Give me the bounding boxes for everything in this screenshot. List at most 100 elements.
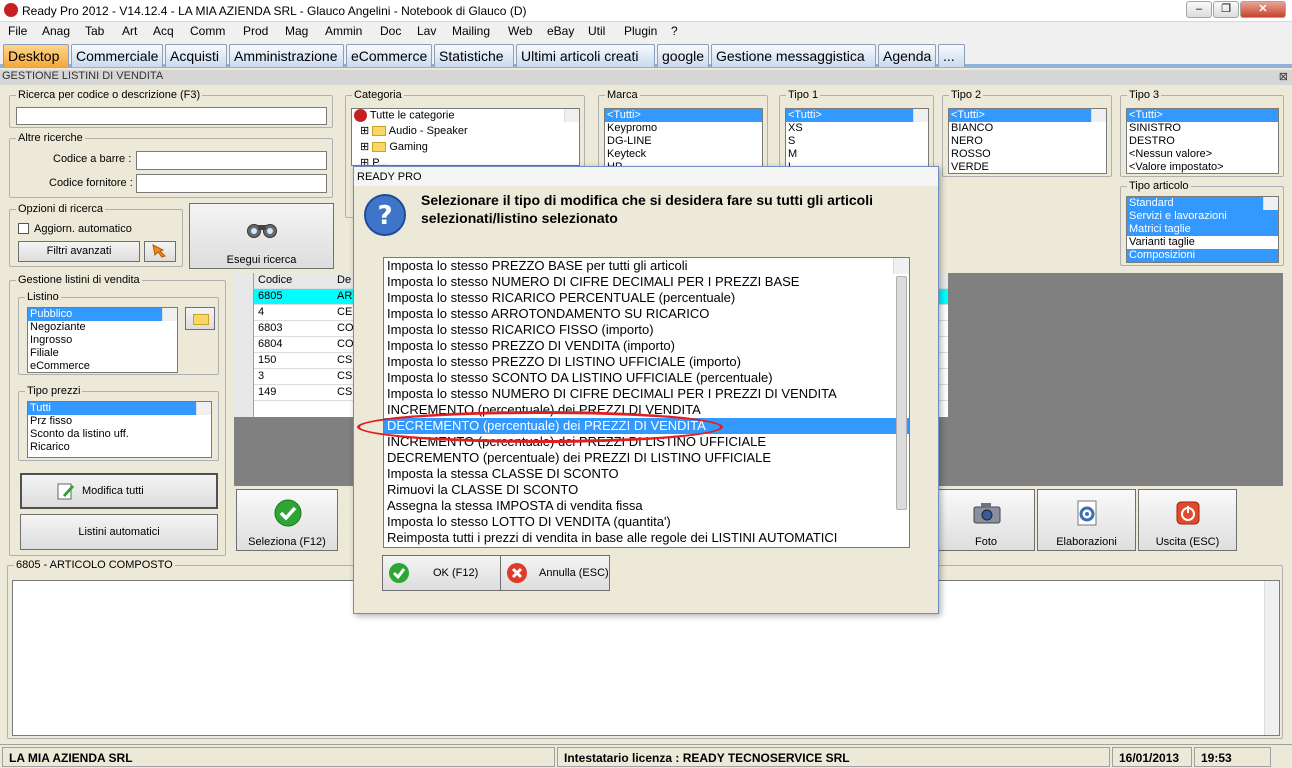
close-button[interactable]: ✕: [1240, 1, 1286, 18]
tab-acquisti[interactable]: Acquisti: [165, 44, 227, 67]
modify-option[interactable]: Imposta lo stesso LOTTO DI VENDITA (quan…: [384, 514, 909, 530]
advanced-filters-button[interactable]: Filtri avanzati: [18, 241, 140, 262]
tipo3-item[interactable]: <Nessun valore>: [1127, 148, 1278, 161]
brand-item[interactable]: DG-LINE: [605, 135, 762, 148]
execute-search-button[interactable]: Esegui ricerca: [189, 203, 334, 269]
minimize-button[interactable]: –: [1186, 1, 1212, 18]
menu-doc[interactable]: Doc: [380, 24, 401, 38]
restore-button[interactable]: ❐: [1213, 1, 1239, 18]
tipo1-item[interactable]: S: [786, 135, 928, 148]
tipo1-item[interactable]: M: [786, 148, 928, 161]
tipo2-item[interactable]: BIANCO: [949, 122, 1106, 135]
listino-item[interactable]: Negoziante: [28, 321, 177, 334]
tipo1-scrollbar[interactable]: [913, 109, 928, 122]
tipo2-scrollbar[interactable]: [1091, 109, 1106, 122]
category-gaming[interactable]: ⊞ Gaming: [352, 141, 579, 157]
price-type-item[interactable]: Sconto da listino uff.: [28, 428, 211, 441]
brand-item[interactable]: Keypromo: [605, 122, 762, 135]
brand-item[interactable]: Keyteck: [605, 148, 762, 161]
article-type-scrollbar[interactable]: [1263, 197, 1278, 210]
photo-button[interactable]: Foto: [937, 489, 1035, 551]
tab-ecommerce[interactable]: eCommerce: [346, 44, 432, 67]
tab-ultimi-articoli[interactable]: Ultimi articoli creati: [516, 44, 655, 67]
tipo3-list[interactable]: <Tutti> SINISTRO DESTRO <Nessun valore> …: [1126, 108, 1279, 174]
price-types-scrollbar[interactable]: [196, 402, 211, 415]
tab-statistiche[interactable]: Statistiche: [434, 44, 514, 67]
modify-option[interactable]: Imposta lo stesso SCONTO DA LISTINO UFFI…: [384, 370, 909, 386]
category-next[interactable]: ⊞ P...: [352, 157, 579, 165]
elaborations-button[interactable]: Elaborazioni: [1037, 489, 1136, 551]
article-type-item[interactable]: Servizi e lavorazioni: [1127, 210, 1278, 223]
tipo3-item[interactable]: DESTRO: [1127, 135, 1278, 148]
tab-desktop[interactable]: Desktop: [3, 44, 69, 67]
menu-prod[interactable]: Prod: [243, 24, 268, 38]
scrollbar-thumb[interactable]: [896, 276, 907, 510]
article-type-item[interactable]: Standard: [1127, 197, 1278, 210]
modify-option[interactable]: Rimuovi la CLASSE DI SCONTO: [384, 482, 909, 498]
tab-messaggistica[interactable]: Gestione messaggistica: [711, 44, 876, 67]
auto-lists-button[interactable]: Listini automatici: [20, 514, 218, 550]
menu-util[interactable]: Util: [588, 24, 605, 38]
article-type-item[interactable]: Composizioni: [1127, 249, 1278, 262]
column-header-desc[interactable]: De: [337, 273, 351, 288]
tipo1-item[interactable]: <Tutti>: [786, 109, 928, 122]
brand-item[interactable]: <Tutti>: [605, 109, 762, 122]
open-folder-button[interactable]: [185, 307, 215, 330]
modify-option[interactable]: Imposta lo stesso PREZZO BASE per tutti …: [384, 258, 909, 274]
tipo3-item[interactable]: <Valore impostato>: [1127, 161, 1278, 173]
modify-option[interactable]: Imposta lo stesso ARROTONDAMENTO SU RICA…: [384, 306, 909, 322]
select-button[interactable]: Seleziona (F12): [236, 489, 338, 551]
modify-option[interactable]: Imposta la stessa CLASSE DI SCONTO: [384, 466, 909, 482]
modify-option[interactable]: Imposta lo stesso RICARICO PERCENTUALE (…: [384, 290, 909, 306]
brand-list[interactable]: <Tutti> Keypromo DG-LINE Keyteck HP: [604, 108, 763, 174]
category-audio[interactable]: ⊞ Audio - Speaker: [352, 125, 579, 141]
menu-lav[interactable]: Lav: [417, 24, 436, 38]
modify-option[interactable]: Imposta lo stesso PREZZO DI LISTINO UFFI…: [384, 354, 909, 370]
modify-option[interactable]: DECREMENTO (percentuale) dei PREZZI DI L…: [384, 450, 909, 466]
modify-option[interactable]: Reimposta tutti i prezzi di vendita in b…: [384, 530, 909, 546]
modify-option[interactable]: Imposta lo stesso PREZZO DI VENDITA (imp…: [384, 338, 909, 354]
listino-item[interactable]: Filiale: [28, 347, 177, 360]
article-type-list[interactable]: Standard Servizi e lavorazioni Matrici t…: [1126, 196, 1279, 263]
category-tree[interactable]: Tutte le categorie ⊞ Audio - Speaker ⊞ G…: [351, 108, 580, 166]
tab-amministrazione[interactable]: Amministrazione: [229, 44, 344, 67]
listino-scrollbar[interactable]: [162, 308, 177, 321]
menu-ammin[interactable]: Ammin: [325, 24, 362, 38]
barcode-input[interactable]: [136, 151, 327, 170]
modify-option[interactable]: Assegna la stessa IMPOSTA di vendita fis…: [384, 498, 909, 514]
tipo2-item[interactable]: NERO: [949, 135, 1106, 148]
column-header-code[interactable]: Codice: [258, 273, 292, 288]
supplier-code-input[interactable]: [136, 174, 327, 193]
modify-options-list[interactable]: Imposta lo stesso PREZZO BASE per tutti …: [383, 257, 910, 548]
article-type-item[interactable]: Matrici taglie: [1127, 223, 1278, 236]
category-scrollbar[interactable]: [564, 109, 579, 122]
tipo3-item[interactable]: SINISTRO: [1127, 122, 1278, 135]
menu-anag[interactable]: Anag: [42, 24, 70, 38]
listino-item[interactable]: eCommerce: [28, 360, 177, 372]
panel-close-icon[interactable]: ⊠: [1279, 70, 1288, 83]
modify-option[interactable]: Imposta lo stesso RICARICO FISSO (import…: [384, 322, 909, 338]
search-input[interactable]: [16, 107, 327, 125]
price-type-item[interactable]: Ricarico: [28, 441, 211, 454]
category-all[interactable]: Tutte le categorie: [352, 109, 579, 125]
tipo1-list[interactable]: <Tutti> XS S M L: [785, 108, 929, 174]
price-types-list[interactable]: Tutti Prz fisso Sconto da listino uff. R…: [27, 401, 212, 458]
tipo2-item[interactable]: VERDE: [949, 161, 1106, 173]
price-type-item[interactable]: Prz fisso: [28, 415, 211, 428]
tipo1-item[interactable]: XS: [786, 122, 928, 135]
tipo2-item[interactable]: ROSSO: [949, 148, 1106, 161]
modify-option[interactable]: Imposta lo stesso NUMERO DI CIFRE DECIMA…: [384, 274, 909, 290]
menu-art[interactable]: Art: [122, 24, 137, 38]
modify-options-scrollbar[interactable]: [893, 258, 909, 510]
menu-mag[interactable]: Mag: [285, 24, 308, 38]
menu-web[interactable]: Web: [508, 24, 532, 38]
filter-arrow-button[interactable]: [144, 241, 176, 262]
menu-ebay[interactable]: eBay: [547, 24, 574, 38]
article-type-item[interactable]: Varianti taglie: [1127, 236, 1278, 249]
exit-button[interactable]: Uscita (ESC): [1138, 489, 1237, 551]
menu-acq[interactable]: Acq: [153, 24, 174, 38]
tab-agenda[interactable]: Agenda: [878, 44, 936, 67]
cancel-button[interactable]: Annulla (ESC): [500, 555, 610, 591]
ok-button[interactable]: OK (F12): [382, 555, 504, 591]
menu-comm[interactable]: Comm: [190, 24, 225, 38]
